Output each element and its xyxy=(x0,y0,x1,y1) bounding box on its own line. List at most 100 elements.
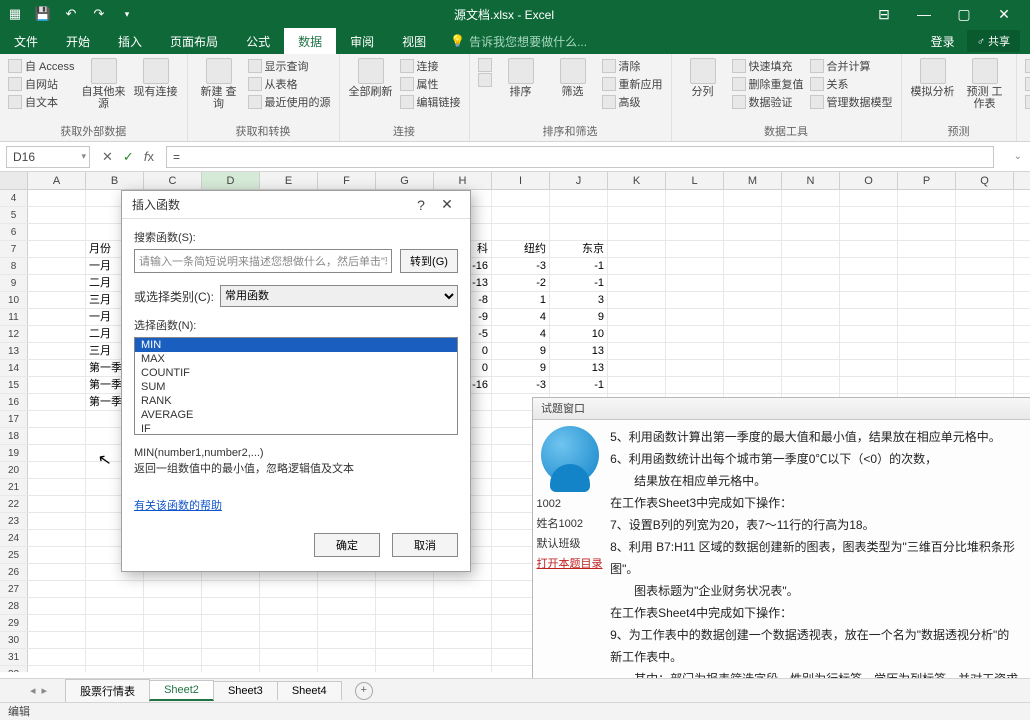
row-header[interactable]: 25 xyxy=(0,547,28,563)
cell-L6[interactable] xyxy=(666,224,724,240)
sort-za[interactable] xyxy=(478,73,492,87)
maximize-button[interactable]: ▢ xyxy=(950,6,978,23)
cell-B29[interactable] xyxy=(86,615,144,631)
cell-L7[interactable] xyxy=(666,241,724,257)
cell-Q6[interactable] xyxy=(956,224,1014,240)
cancel-button[interactable]: 取消 xyxy=(392,533,458,557)
cell-D31[interactable] xyxy=(202,649,260,665)
cell-C30[interactable] xyxy=(144,632,202,648)
cell-J9[interactable]: -1 xyxy=(550,275,608,291)
cell-P8[interactable] xyxy=(898,258,956,274)
fn-item-rank[interactable]: RANK xyxy=(135,394,457,408)
cell-B30[interactable] xyxy=(86,632,144,648)
cell-A20[interactable] xyxy=(28,462,86,478)
cell-I10[interactable]: 1 xyxy=(492,292,550,308)
tab-layout[interactable]: 页面布局 xyxy=(156,28,232,54)
cell-J11[interactable]: 9 xyxy=(550,309,608,325)
cell-A7[interactable] xyxy=(28,241,86,257)
cell-P14[interactable] xyxy=(898,360,956,376)
cell-A12[interactable] xyxy=(28,326,86,342)
fn-item-countif[interactable]: COUNTIF xyxy=(135,366,457,380)
cell-J5[interactable] xyxy=(550,207,608,223)
cell-Q13[interactable] xyxy=(956,343,1014,359)
recent-sources[interactable]: 最近使用的源 xyxy=(248,94,331,110)
cell-L11[interactable] xyxy=(666,309,724,325)
cell-K12[interactable] xyxy=(608,326,666,342)
select-all-corner[interactable] xyxy=(0,172,28,189)
tab-formula[interactable]: 公式 xyxy=(232,28,284,54)
manage-model[interactable]: 管理数据模型 xyxy=(810,94,893,110)
open-folder-link[interactable]: 打开本题目录 xyxy=(537,554,603,574)
row-header[interactable]: 32 xyxy=(0,666,28,672)
row-header[interactable]: 28 xyxy=(0,598,28,614)
cell-A17[interactable] xyxy=(28,411,86,427)
row-header[interactable]: 24 xyxy=(0,530,28,546)
cell-G31[interactable] xyxy=(376,649,434,665)
show-queries[interactable]: 显示查询 xyxy=(248,58,331,74)
cell-Q11[interactable] xyxy=(956,309,1014,325)
row-header[interactable]: 4 xyxy=(0,190,28,206)
cell-A22[interactable] xyxy=(28,496,86,512)
sort-az[interactable] xyxy=(478,58,492,72)
cell-N13[interactable] xyxy=(782,343,840,359)
cell-A6[interactable] xyxy=(28,224,86,240)
cell-K11[interactable] xyxy=(608,309,666,325)
cancel-formula-icon[interactable]: ✕ xyxy=(102,149,113,165)
row-header[interactable]: 22 xyxy=(0,496,28,512)
from-other-sources[interactable]: 自其他来源 xyxy=(81,58,127,110)
sheet-nav-prev[interactable]: ◂ xyxy=(30,684,36,697)
cell-Q8[interactable] xyxy=(956,258,1014,274)
cell-K10[interactable] xyxy=(608,292,666,308)
cell-G28[interactable] xyxy=(376,598,434,614)
cell-L9[interactable] xyxy=(666,275,724,291)
cell-K7[interactable] xyxy=(608,241,666,257)
cell-O8[interactable] xyxy=(840,258,898,274)
text-to-columns[interactable]: 分列 xyxy=(680,58,726,98)
sheet-nav-next[interactable]: ▸ xyxy=(42,684,48,697)
tell-me-search[interactable]: 💡告诉我您想要做什么... xyxy=(450,28,587,54)
sheet-tab-3[interactable]: Sheet3 xyxy=(213,681,278,700)
function-list[interactable]: MINMAXCOUNTIFSUMRANKAVERAGEIF xyxy=(134,337,458,435)
cell-B32[interactable] xyxy=(86,666,144,672)
group-rows[interactable]: 创建组 xyxy=(1025,58,1030,74)
cell-P15[interactable] xyxy=(898,377,956,393)
cell-B28[interactable] xyxy=(86,598,144,614)
sort[interactable]: 排序 xyxy=(498,58,544,98)
col-B[interactable]: B xyxy=(86,172,144,189)
col-F[interactable]: F xyxy=(318,172,376,189)
cell-P11[interactable] xyxy=(898,309,956,325)
cell-L13[interactable] xyxy=(666,343,724,359)
cell-I15[interactable]: -3 xyxy=(492,377,550,393)
qat-customize[interactable]: ▾ xyxy=(116,3,138,25)
cell-O7[interactable] xyxy=(840,241,898,257)
cell-Q9[interactable] xyxy=(956,275,1014,291)
cell-H31[interactable] xyxy=(434,649,492,665)
cell-H30[interactable] xyxy=(434,632,492,648)
cell-A8[interactable] xyxy=(28,258,86,274)
row-header[interactable]: 6 xyxy=(0,224,28,240)
cell-M9[interactable] xyxy=(724,275,782,291)
cell-C29[interactable] xyxy=(144,615,202,631)
row-header[interactable]: 16 xyxy=(0,394,28,410)
cell-J13[interactable]: 13 xyxy=(550,343,608,359)
cell-H28[interactable] xyxy=(434,598,492,614)
cell-C32[interactable] xyxy=(144,666,202,672)
forecast-sheet[interactable]: 预测 工作表 xyxy=(962,58,1008,110)
cell-A21[interactable] xyxy=(28,479,86,495)
share-button[interactable]: ♂ 共享 xyxy=(967,30,1020,52)
app-icon[interactable]: ▦ xyxy=(4,3,26,25)
cell-M8[interactable] xyxy=(724,258,782,274)
cell-A27[interactable] xyxy=(28,581,86,597)
formula-expand-icon[interactable]: ⌄ xyxy=(1014,151,1030,162)
cell-E29[interactable] xyxy=(260,615,318,631)
from-table[interactable]: 从表格 xyxy=(248,76,331,92)
row-header[interactable]: 5 xyxy=(0,207,28,223)
save-button[interactable]: 💾 xyxy=(32,3,54,25)
cell-E27[interactable] xyxy=(260,581,318,597)
cell-O10[interactable] xyxy=(840,292,898,308)
add-sheet-button[interactable]: + xyxy=(355,682,373,700)
reapply[interactable]: 重新应用 xyxy=(602,76,663,92)
row-header[interactable]: 14 xyxy=(0,360,28,376)
fx-icon[interactable]: fx xyxy=(144,149,154,165)
cell-N7[interactable] xyxy=(782,241,840,257)
